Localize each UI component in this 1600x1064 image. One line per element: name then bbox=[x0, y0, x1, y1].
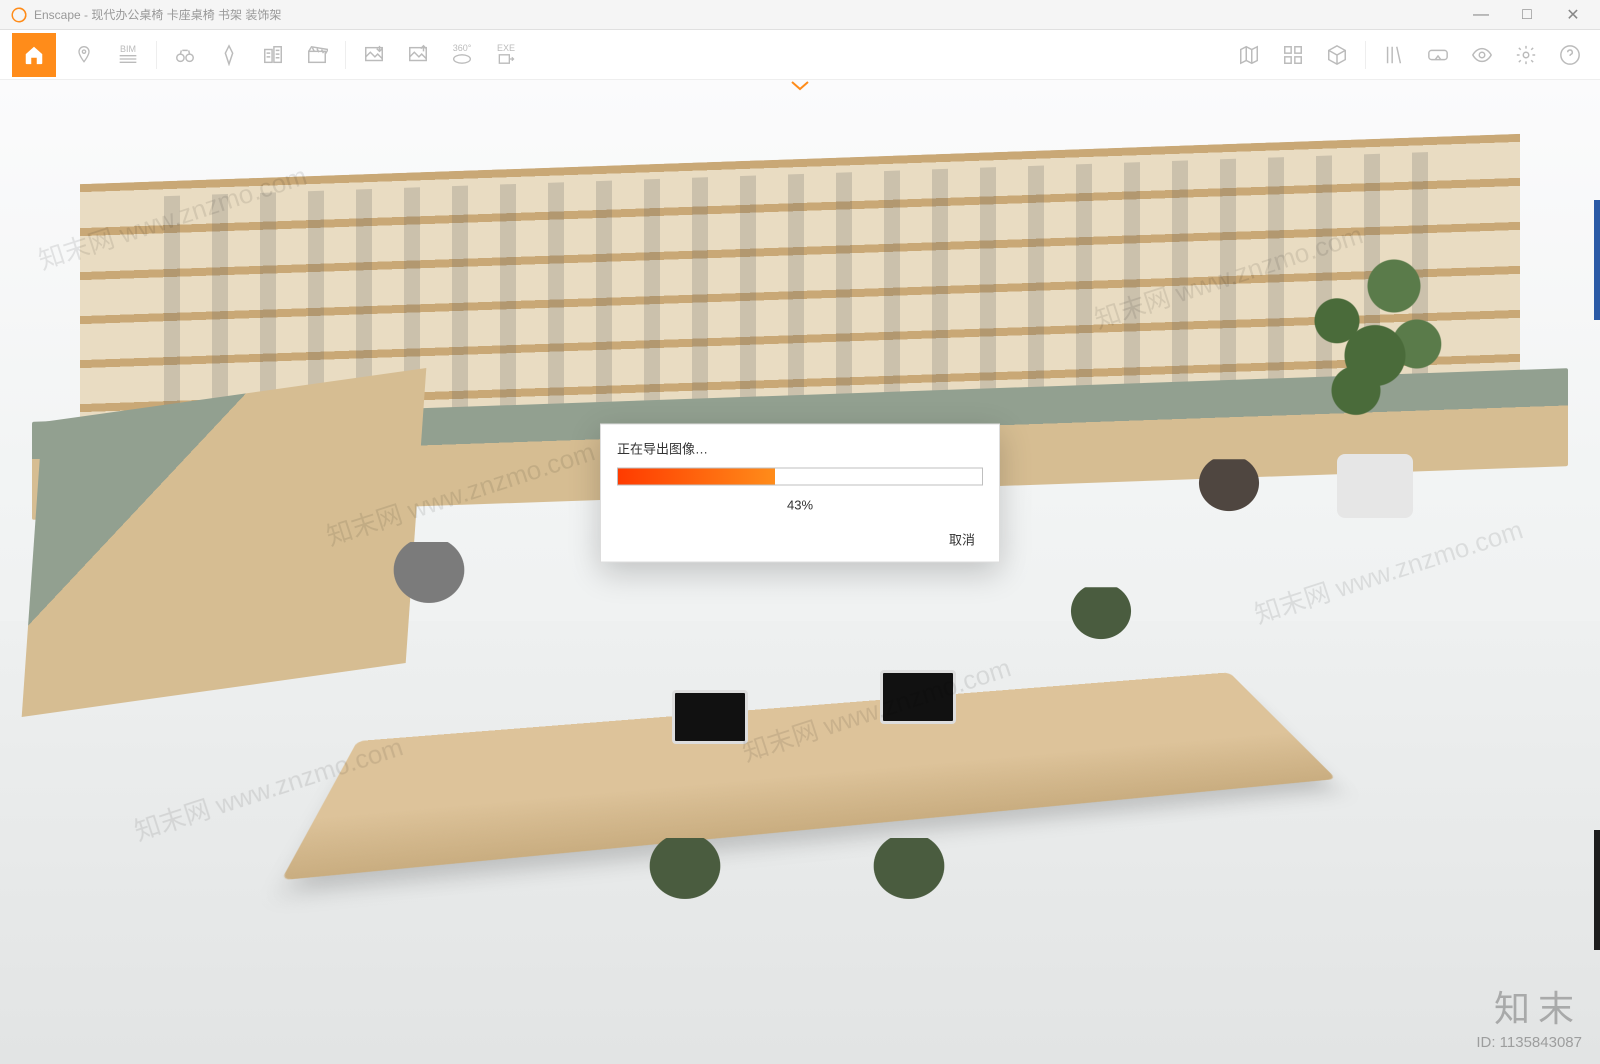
clapper-button[interactable] bbox=[299, 37, 335, 73]
visibility-button[interactable] bbox=[1464, 37, 1500, 73]
maximize-icon: □ bbox=[1522, 6, 1532, 24]
clapper-icon bbox=[306, 44, 328, 66]
arrow-out-icon bbox=[496, 53, 516, 65]
close-icon: ✕ bbox=[1566, 5, 1579, 25]
building-icon bbox=[262, 44, 284, 66]
toolbar-separator bbox=[1365, 41, 1366, 69]
cube-icon bbox=[1326, 44, 1348, 66]
cancel-button[interactable]: 取消 bbox=[941, 527, 983, 552]
watermark-credit: 知末 ID: 1135843087 bbox=[1476, 986, 1582, 1052]
right-edge-tab bbox=[1594, 830, 1600, 950]
progress-bar bbox=[617, 468, 983, 486]
settings-icon bbox=[1515, 44, 1537, 66]
pin-icon bbox=[74, 45, 94, 65]
minimize-icon: — bbox=[1473, 6, 1489, 24]
toolbar: BIM 360° EXE bbox=[0, 30, 1600, 80]
map-icon bbox=[1238, 44, 1260, 66]
progress-percent: 43% bbox=[617, 498, 983, 513]
compass-button[interactable] bbox=[211, 37, 247, 73]
export-dialog: 正在导出图像… 43% 取消 bbox=[600, 424, 1000, 563]
map-button[interactable] bbox=[1231, 37, 1267, 73]
lounge-chair bbox=[1191, 459, 1268, 519]
watermark-id: ID: 1135843087 bbox=[1476, 1033, 1582, 1053]
monitor bbox=[880, 670, 956, 724]
right-edge-tab bbox=[1594, 200, 1600, 320]
panorama-button[interactable]: 360° bbox=[444, 37, 480, 73]
import-image-icon bbox=[363, 44, 385, 66]
export-image-button[interactable] bbox=[400, 37, 436, 73]
library-icon bbox=[1383, 44, 1405, 66]
pin-button[interactable] bbox=[66, 37, 102, 73]
settings-button[interactable] bbox=[1508, 37, 1544, 73]
help-icon bbox=[1559, 44, 1581, 66]
toolbar-separator bbox=[345, 41, 346, 69]
vr-icon bbox=[1427, 44, 1449, 66]
watermark-brand: 知末 bbox=[1476, 986, 1582, 1033]
export-exe-button[interactable]: EXE bbox=[488, 37, 524, 73]
export-image-icon bbox=[407, 44, 429, 66]
building-button[interactable] bbox=[255, 37, 291, 73]
dialog-title: 正在导出图像… bbox=[617, 439, 983, 458]
home-icon bbox=[23, 44, 45, 66]
bench-seating-left bbox=[22, 368, 427, 717]
binoculars-icon bbox=[174, 44, 196, 66]
app-window: Enscape - 现代办公桌椅 卡座桌椅 书架 装饰架 — □ ✕ BIM bbox=[0, 0, 1600, 1064]
help-button[interactable] bbox=[1552, 37, 1588, 73]
export-exe-icon: EXE bbox=[497, 44, 515, 53]
minimize-button[interactable]: — bbox=[1458, 0, 1504, 30]
bim-button[interactable]: BIM bbox=[110, 37, 146, 73]
binoculars-button[interactable] bbox=[167, 37, 203, 73]
assets-icon bbox=[1282, 44, 1304, 66]
toolbar-separator bbox=[156, 41, 157, 69]
app-logo-icon bbox=[10, 6, 28, 24]
visibility-icon bbox=[1471, 44, 1493, 66]
chair bbox=[1063, 587, 1140, 647]
monitor bbox=[672, 690, 748, 744]
assets-button[interactable] bbox=[1275, 37, 1311, 73]
render-viewport[interactable]: 知末网 www.znzmo.com 知末网 www.znzmo.com 知末网 … bbox=[0, 80, 1600, 1064]
library-button[interactable] bbox=[1376, 37, 1412, 73]
close-button[interactable]: ✕ bbox=[1550, 0, 1596, 30]
chair bbox=[640, 838, 730, 908]
titlebar-text: Enscape - 现代办公桌椅 卡座桌椅 书架 装饰架 bbox=[34, 6, 281, 23]
menu-lines-icon bbox=[118, 54, 138, 64]
lounge-chair bbox=[384, 542, 474, 612]
potted-plant bbox=[1280, 228, 1470, 518]
home-button[interactable] bbox=[12, 33, 56, 77]
import-image-button[interactable] bbox=[356, 37, 392, 73]
chair bbox=[864, 838, 954, 908]
scene-3d bbox=[0, 80, 1600, 1064]
vr-button[interactable] bbox=[1420, 37, 1456, 73]
maximize-button[interactable]: □ bbox=[1504, 0, 1550, 30]
panorama-icon: 360° bbox=[453, 44, 472, 53]
bim-icon: BIM bbox=[120, 45, 136, 54]
compass-icon bbox=[218, 44, 240, 66]
titlebar: Enscape - 现代办公桌椅 卡座桌椅 书架 装饰架 — □ ✕ bbox=[0, 0, 1600, 30]
cube-button[interactable] bbox=[1319, 37, 1355, 73]
circle-arrow-icon bbox=[452, 53, 472, 65]
progress-fill bbox=[618, 469, 775, 485]
